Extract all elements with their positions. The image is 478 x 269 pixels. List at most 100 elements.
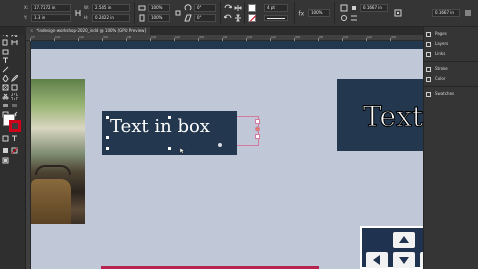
arrow-down-icon [393, 252, 415, 268]
frame-handle-bottom-center[interactable] [168, 147, 171, 150]
document-tab-title: *indesign-workshop-2020_indd @ 100% [GPU… [36, 28, 147, 33]
scale-x-field[interactable]: 100% [148, 4, 170, 12]
photo-strap [35, 165, 71, 175]
page-top-strip [31, 41, 423, 49]
text-wrap-jump-icon[interactable] [350, 14, 358, 22]
link-scale-icon[interactable] [174, 9, 182, 17]
scale-y-field[interactable]: 100% [148, 14, 170, 22]
shear-field[interactable]: 0° [194, 14, 216, 22]
panel-menu-icon[interactable] [464, 9, 472, 17]
dock-item-layers[interactable]: Layers [426, 39, 478, 48]
arrow-left-icon [366, 252, 388, 268]
dock-item-label: Layers [435, 41, 449, 46]
type-tool-icon[interactable] [2, 57, 9, 64]
stroke-line-preview [267, 18, 285, 19]
frame-handle-top-left[interactable] [106, 116, 109, 119]
rectangle-tool-icon[interactable] [11, 84, 18, 91]
effects-fx-icon[interactable]: fx [298, 9, 306, 18]
close-tab-icon[interactable]: × [30, 28, 33, 33]
apply-none-icon[interactable] [11, 147, 18, 154]
x-label: X: [24, 5, 29, 10]
opacity-field[interactable]: 100% [308, 9, 330, 17]
ruler-label: 3/4 [199, 35, 204, 39]
y-label: Y: [24, 15, 28, 20]
dock-item-stroke[interactable]: Stroke [426, 64, 478, 73]
formatting-text-icon[interactable] [11, 135, 18, 142]
free-transform-tool-icon[interactable] [11, 93, 18, 100]
pencil-tool-icon[interactable] [11, 75, 18, 82]
scissors-tool-icon[interactable] [2, 93, 9, 100]
ruler-label: 1/4 [247, 35, 252, 39]
text-frame-content[interactable]: Text in box [110, 117, 210, 137]
gap-tool-icon[interactable] [11, 39, 18, 46]
stroke-weight-field[interactable]: 4 pt [264, 4, 288, 12]
dock-item-pages[interactable]: Pages [426, 29, 478, 38]
gap-field-top[interactable]: 0.1667 in [360, 4, 388, 12]
line-tool-icon[interactable] [2, 66, 9, 73]
apply-color-icon[interactable] [2, 147, 9, 154]
dock-item-color[interactable]: Color [426, 74, 478, 83]
flip-horizontal-icon[interactable] [234, 4, 242, 12]
y-field[interactable]: 1.3 in [31, 14, 71, 22]
ruler-label: 1/2 [367, 35, 372, 39]
document-tab[interactable]: × *indesign-workshop-2020_indd @ 100% [GP… [26, 27, 151, 35]
content-grabber-icon[interactable] [218, 143, 222, 147]
dock-item-swatches[interactable]: Swatches [426, 89, 478, 98]
ruler-label: 17 [31, 35, 35, 39]
tools-panel [0, 27, 26, 269]
content-collector-icon[interactable] [2, 48, 9, 55]
text-wrap-shape-icon[interactable] [340, 14, 348, 22]
stroke-swatch[interactable] [248, 14, 256, 22]
stroke-color-swatch[interactable] [9, 120, 21, 132]
document-tab-bar: × *indesign-workshop-2020_indd @ 100% [GP… [0, 27, 423, 35]
frame-handle-top-center[interactable] [168, 116, 171, 119]
text-wrap-none-icon[interactable] [340, 4, 348, 12]
dock-separator [424, 86, 478, 87]
backpack-photo[interactable] [31, 79, 85, 224]
dock-item-label: Stroke [435, 66, 448, 71]
color-icon [426, 76, 431, 82]
arrow-up-icon [393, 232, 415, 248]
screen-mode-icon[interactable] [2, 157, 9, 164]
page-tool-icon[interactable] [2, 39, 9, 46]
dock-item-label: Pages [435, 31, 447, 36]
stroke-icon [426, 66, 431, 72]
layers-icon [426, 41, 431, 47]
ruler-label: 1/4 [55, 35, 60, 39]
x-field[interactable]: 17.7172 in [31, 4, 71, 12]
rotate-90-ccw-icon[interactable] [224, 14, 232, 22]
control-panel: X: 17.7172 in Y: 1.3 in W: 2.545 in H: 0… [0, 0, 478, 27]
frame-handle-bottom-left[interactable] [106, 147, 109, 150]
text-frame-large[interactable]: Text [337, 79, 423, 151]
gradient-feather-tool-icon[interactable] [11, 102, 18, 109]
text-frame[interactable]: Text in box [102, 111, 237, 155]
rotate-field[interactable]: 0° [194, 4, 216, 12]
ruler-label: 19 [223, 35, 227, 39]
text-frame-outport[interactable] [255, 119, 260, 139]
w-field[interactable]: 2.545 in [92, 4, 130, 12]
separator [244, 2, 245, 24]
ruler-label: 1/2 [175, 35, 180, 39]
h-label: H: [84, 15, 89, 20]
frame-fitting-icon[interactable] [394, 9, 402, 17]
flip-vertical-icon[interactable] [234, 14, 242, 22]
constrain-proportions-icon[interactable] [74, 9, 82, 17]
ruler-label: 1/2 [271, 35, 276, 39]
rotate-90-cw-icon[interactable] [224, 4, 232, 12]
formatting-container-icon[interactable] [2, 135, 9, 142]
ruler-label: 1/4 [151, 35, 156, 39]
gap-field-right[interactable]: 0.1667 in [432, 9, 460, 17]
dock-item-links[interactable]: Links [426, 49, 478, 58]
pen-tool-icon[interactable] [2, 75, 9, 82]
w-label: W: [84, 5, 90, 10]
text-frame-large-content[interactable]: Text [362, 100, 423, 133]
ruler-label: 3/4 [103, 35, 108, 39]
h-field[interactable]: 0.2422 in [92, 14, 130, 22]
dock-item-label: Links [435, 51, 446, 56]
frame-handle-middle-left[interactable] [106, 136, 109, 139]
text-wrap-bbox-icon[interactable] [350, 4, 358, 12]
fill-swatch[interactable] [248, 4, 256, 12]
stroke-type-select[interactable] [264, 15, 288, 21]
gradient-swatch-tool-icon[interactable] [2, 102, 9, 109]
rectangle-frame-tool-icon[interactable] [2, 84, 9, 91]
